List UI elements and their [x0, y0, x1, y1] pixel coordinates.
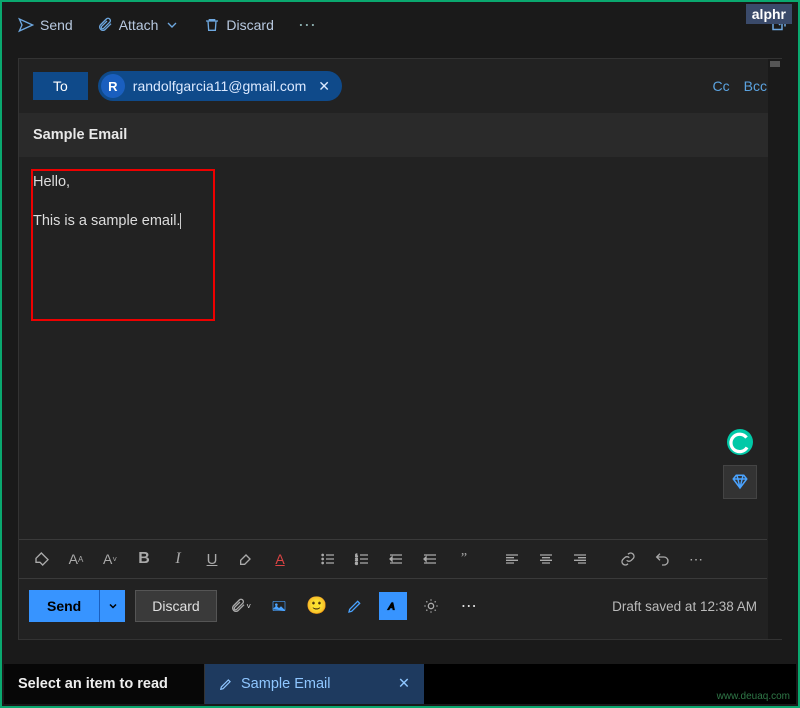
align-right-icon[interactable] — [565, 544, 595, 574]
font-color-icon[interactable]: A — [265, 544, 295, 574]
premium-diamond-icon[interactable] — [723, 465, 757, 499]
send-action[interactable]: Send — [12, 13, 79, 37]
number-list-icon[interactable]: 123 — [347, 544, 377, 574]
more-send-icon[interactable]: ⋯ — [455, 592, 483, 620]
svg-text:3: 3 — [355, 560, 358, 565]
insert-image-icon[interactable] — [265, 592, 293, 620]
text-cursor — [180, 213, 181, 229]
font-size-decrease-icon[interactable]: A˅ — [95, 544, 125, 574]
align-center-icon[interactable] — [531, 544, 561, 574]
app-window: alphr Send Attach Discard ⋯ To R randolf… — [0, 0, 800, 708]
recipient-avatar: R — [101, 74, 125, 98]
send-split-button: Send — [29, 590, 125, 622]
recipient-email: randolfgarcia11@gmail.com — [133, 78, 306, 94]
recipients-row: To R randolfgarcia11@gmail.com ✕ Cc Bcc — [19, 59, 781, 113]
more-format-icon[interactable]: ⋯ — [681, 544, 711, 574]
bcc-button[interactable]: Bcc — [744, 78, 767, 94]
send-bar: Send Discard ˅ 🙂 A ⋯ Draft saved at 12:3… — [19, 585, 767, 627]
to-button[interactable]: To — [33, 72, 88, 100]
draft-tab[interactable]: Sample Email ✕ — [204, 664, 424, 704]
underline-button[interactable]: U — [197, 544, 227, 574]
outdent-icon[interactable] — [381, 544, 411, 574]
format-painter-icon[interactable] — [27, 544, 57, 574]
signature-pen-icon[interactable] — [341, 592, 369, 620]
send-button[interactable]: Send — [29, 590, 99, 622]
discard-button[interactable]: Discard — [135, 590, 216, 622]
close-tab-icon[interactable]: ✕ — [398, 676, 410, 692]
body-editor[interactable]: Hello, This is a sample email. — [19, 157, 781, 263]
draft-saved-status: Draft saved at 12:38 AM — [612, 599, 757, 614]
bold-button[interactable]: B — [129, 544, 159, 574]
send-options-dropdown[interactable] — [99, 590, 125, 622]
send-icon — [18, 17, 34, 33]
quote-icon[interactable]: ” — [449, 544, 479, 574]
attach-icon — [97, 17, 113, 33]
highlight-icon[interactable] — [231, 544, 261, 574]
alphr-watermark: alphr — [746, 4, 792, 24]
italic-button[interactable]: I — [163, 544, 193, 574]
formatting-toggle-icon[interactable]: A — [379, 592, 407, 620]
attach-action[interactable]: Attach — [91, 13, 187, 37]
draft-tab-label: Sample Email — [241, 676, 330, 692]
cc-button[interactable]: Cc — [713, 78, 730, 94]
chevron-down-icon — [164, 17, 180, 33]
discard-action[interactable]: Discard — [198, 13, 279, 37]
site-watermark: www.deuaq.com — [717, 691, 790, 702]
trash-icon — [204, 17, 220, 33]
body-line-1: Hello, — [33, 171, 767, 194]
emoji-icon[interactable]: 🙂 — [303, 592, 331, 620]
recipient-chip[interactable]: R randolfgarcia11@gmail.com ✕ — [98, 71, 342, 101]
reading-pane-label: Select an item to read — [18, 676, 168, 692]
reading-pane-tab[interactable]: Select an item to read — [4, 664, 204, 704]
brightness-icon[interactable] — [417, 592, 445, 620]
grammarly-icon[interactable] — [727, 429, 753, 455]
compose-toolbar: Send Attach Discard ⋯ — [2, 2, 798, 48]
link-icon[interactable] — [613, 544, 643, 574]
compose-pane: To R randolfgarcia11@gmail.com ✕ Cc Bcc … — [18, 58, 782, 640]
font-size-increase-icon[interactable]: AA — [61, 544, 91, 574]
edit-icon — [219, 677, 233, 691]
discard-label: Discard — [226, 17, 273, 33]
body-line-2: This is a sample email. — [33, 213, 180, 229]
bottom-tab-bar: Select an item to read Sample Email ✕ — [4, 664, 796, 704]
remove-recipient-icon[interactable]: ✕ — [314, 78, 334, 95]
undo-icon[interactable] — [647, 544, 677, 574]
attach-inline-icon[interactable]: ˅ — [227, 592, 255, 620]
bullet-list-icon[interactable] — [313, 544, 343, 574]
scrollbar[interactable] — [768, 59, 782, 639]
align-left-icon[interactable] — [497, 544, 527, 574]
send-label: Send — [40, 17, 73, 33]
indent-icon[interactable] — [415, 544, 445, 574]
format-toolbar: AA A˅ B I U A 123 ” ⋯ — [19, 539, 767, 579]
more-top-icon[interactable]: ⋯ — [292, 11, 322, 40]
attach-label: Attach — [119, 17, 159, 33]
subject-input[interactable]: Sample Email — [19, 113, 781, 157]
chevron-down-icon — [107, 600, 119, 612]
svg-text:A: A — [387, 601, 394, 611]
